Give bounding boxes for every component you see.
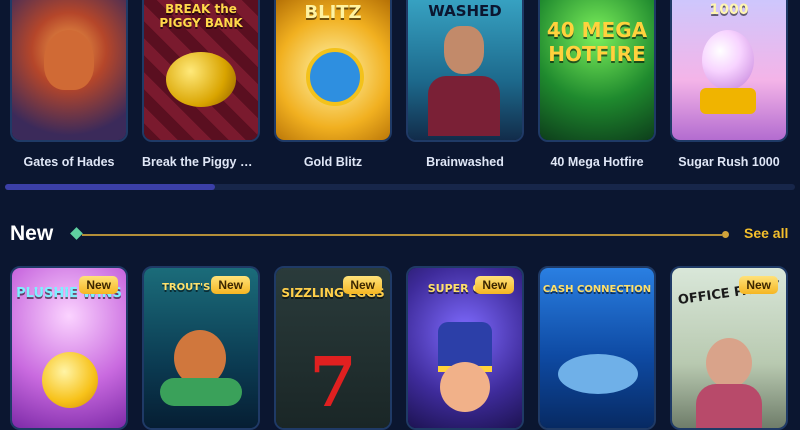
game-card-cash-connection[interactable]: CASH CONNECTION [538,266,656,430]
game-title[interactable]: Brainwashed [406,155,524,169]
art-title: BREAK the PIGGY BANK [159,2,243,30]
horizontal-scrollbar[interactable] [5,184,795,190]
game-thumbnail[interactable]: BLITZ [274,0,392,142]
art-title: 1000 [709,2,749,18]
new-badge: New [211,276,250,294]
game-title[interactable]: Sugar Rush 1000 [670,155,788,169]
new-badge: New [79,276,118,294]
game-title[interactable]: Break the Piggy Ba... [142,155,260,169]
game-card-brainwashed[interactable]: WASHED Brainwashed [406,0,524,169]
game-card-new[interactable]: TROUT'S TR... New [142,266,260,430]
game-card-gold-blitz[interactable]: BLITZ Gold Blitz [274,0,392,169]
art-title: BLITZ [304,2,362,23]
art-title: CASH CONNECTION [542,284,652,295]
game-card-break-the-piggy-bank[interactable]: BREAK the PIGGY BANK Break the Piggy Ba.… [142,0,260,169]
game-card-new[interactable]: OFFICE PARTY New [670,266,788,430]
game-thumbnail[interactable] [10,0,128,142]
new-badge: New [475,276,514,294]
game-card-sugar-rush-1000[interactable]: 1000 Sugar Rush 1000 [670,0,788,169]
game-thumbnail[interactable]: BREAK the PIGGY BANK [142,0,260,142]
diamond-icon [70,227,83,240]
art-title: 40 MEGA HOTFIRE [546,18,648,66]
game-title[interactable]: 40 Mega Hotfire [538,155,656,169]
seven-symbol: 7 [309,343,357,423]
game-thumbnail[interactable]: PLUSHIE WINS New [10,266,128,430]
see-all-link[interactable]: See all [744,225,788,241]
game-card-40-mega-hotfire[interactable]: 40 MEGA HOTFIRE 40 Mega Hotfire [538,0,656,169]
new-games-row: PLUSHIE WINS New TROUT'S TR... New SIZZL… [10,266,800,430]
game-thumbnail[interactable]: OFFICE PARTY New [670,266,788,430]
art-title: WASHED [428,2,502,20]
game-thumbnail[interactable]: TROUT'S TR... New [142,266,260,430]
section-title: New [10,222,54,245]
new-badge: New [739,276,778,294]
game-title[interactable]: Gates of Hades [10,155,128,169]
game-title[interactable]: Gold Blitz [274,155,392,169]
game-thumbnail[interactable]: CASH CONNECTION [538,266,656,430]
popular-games-row: Gates of Hades BREAK the PIGGY BANK Brea… [10,0,800,178]
game-thumbnail[interactable]: WASHED [406,0,524,142]
divider [82,234,722,236]
game-card-new[interactable]: SIZZLING EGGS 7 New [274,266,392,430]
game-thumbnail[interactable]: 1000 [670,0,788,142]
new-section-header: New See all [0,218,800,252]
game-thumbnail[interactable]: SIZZLING EGGS 7 New [274,266,392,430]
scrollbar-thumb[interactable] [5,184,215,190]
game-card-new[interactable]: PLUSHIE WINS New [10,266,128,430]
new-badge: New [343,276,382,294]
game-thumbnail[interactable]: 40 MEGA HOTFIRE [538,0,656,142]
game-card-gates-of-hades[interactable]: Gates of Hades [10,0,128,169]
game-card-new[interactable]: SUPER CH... New [406,266,524,430]
dot-icon [722,231,729,238]
game-thumbnail[interactable]: SUPER CH... New [406,266,524,430]
